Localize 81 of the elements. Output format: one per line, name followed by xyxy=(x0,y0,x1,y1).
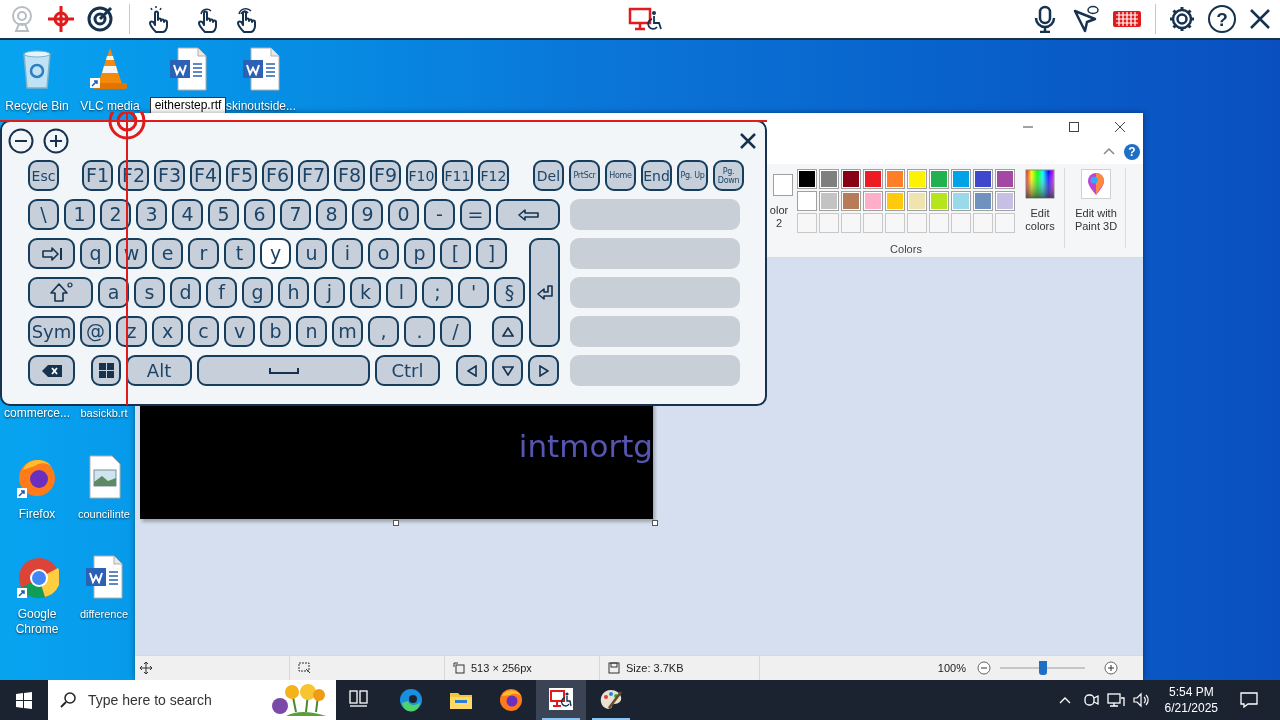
icon-label[interactable]: skinoutside... xyxy=(225,99,296,114)
keyboard-key[interactable]: F9 xyxy=(370,160,401,191)
keyboard-key[interactable]: e xyxy=(152,238,183,269)
keyboard-key[interactable]: F1 xyxy=(82,160,113,191)
keyboard-key[interactable]: 1 xyxy=(64,199,95,230)
keyboard-key[interactable]: / xyxy=(440,316,471,347)
clock-date[interactable]: 6/21/2025 xyxy=(1164,700,1218,716)
keyboard-key[interactable]: 4 xyxy=(172,199,203,230)
keyboard-key[interactable]: Pg. Up xyxy=(677,160,708,191)
keyboard-key[interactable]: F3 xyxy=(154,160,185,191)
keyboard-key[interactable]: Pg. Down xyxy=(713,160,744,191)
help-button[interactable]: ? xyxy=(1124,143,1140,160)
edit-colors-button[interactable]: Edit colors xyxy=(1021,163,1059,233)
keyboard-key[interactable]: - xyxy=(424,199,455,230)
search-field[interactable]: Type here to search xyxy=(48,680,336,720)
keyboard-key[interactable]: q xyxy=(80,238,111,269)
keyboard-key[interactable]: x xyxy=(152,316,183,347)
keyboard-key[interactable]: c xyxy=(188,316,219,347)
keyboard-key[interactable]: Del xyxy=(533,160,564,191)
keyboard-key[interactable]: , xyxy=(368,316,399,347)
keyboard-key[interactable]: [ xyxy=(440,238,471,269)
keyboard-key[interactable]: 8 xyxy=(316,199,347,230)
keyboard-key[interactable]: n xyxy=(296,316,327,347)
keyboard-key[interactable]: u xyxy=(296,238,327,269)
keyboard-key[interactable]: Alt xyxy=(126,355,192,386)
keyboard-key[interactable]: ] xyxy=(476,238,507,269)
keyboard-key[interactable]: F4 xyxy=(190,160,221,191)
keyboard-key[interactable]: o xyxy=(368,238,399,269)
keyboard-key[interactable]: F8 xyxy=(334,160,365,191)
keyboard-key[interactable]: l xyxy=(386,277,417,308)
keyboard-key[interactable]: h xyxy=(278,277,309,308)
keyboard-key[interactable]: t xyxy=(224,238,255,269)
keyboard-key[interactable]: End xyxy=(641,160,672,191)
keyboard-key[interactable]: § xyxy=(494,277,525,308)
group-label: Colors xyxy=(890,241,922,257)
keyboard-key[interactable]: g xyxy=(242,277,273,308)
keyboard-key[interactable]: k xyxy=(350,277,381,308)
keyboard-key[interactable]: m xyxy=(332,316,363,347)
keyboard-key[interactable]: F5 xyxy=(226,160,257,191)
keyboard-key[interactable]: r xyxy=(188,238,219,269)
canvas-text: intmortg xyxy=(518,431,653,462)
keyboard-key[interactable]: Esc xyxy=(28,160,59,191)
keyboard-key[interactable]: F6 xyxy=(262,160,293,191)
keyboard-key[interactable]: ' xyxy=(458,277,489,308)
keyboard-key[interactable]: b xyxy=(260,316,291,347)
keyboard-key[interactable]: \ xyxy=(28,199,59,230)
keyboard-key[interactable]: i xyxy=(332,238,363,269)
keyboard-key[interactable]: ; xyxy=(422,277,453,308)
keyboard-key[interactable]: F10 xyxy=(406,160,437,191)
clock-time[interactable]: 5:54 PM xyxy=(1168,684,1214,700)
keyboard-key[interactable]: . xyxy=(404,316,435,347)
help-button[interactable]: ? xyxy=(1208,5,1236,33)
keyboard-key[interactable]: 0 xyxy=(388,199,419,230)
dimensions-text: 513 × 256px xyxy=(471,660,532,676)
keyboard-key[interactable]: s xyxy=(134,277,165,308)
keyboard-key[interactable]: Sym xyxy=(28,316,75,347)
keyboard-key[interactable]: a xyxy=(98,277,129,308)
keyboard-key[interactable]: 5 xyxy=(208,199,239,230)
keyboard-key[interactable]: f xyxy=(206,277,237,308)
keyboard-key[interactable]: PrtScr xyxy=(569,160,600,191)
keyboard-key[interactable]: j xyxy=(314,277,345,308)
keyboard-key[interactable]: d xyxy=(170,277,201,308)
keyboard-key[interactable]: y xyxy=(260,238,291,269)
edit-with-paint-3d-button[interactable]: Edit with Paint 3D xyxy=(1069,163,1123,233)
keyboard-key[interactable]: Home xyxy=(605,160,636,191)
keyboard-key[interactable]: 3 xyxy=(136,199,167,230)
keyboard-key[interactable]: v xyxy=(224,316,255,347)
keyboard-key[interactable]: 9 xyxy=(352,199,383,230)
keyboard-key[interactable]: 7 xyxy=(280,199,311,230)
keyboard-key[interactable]: 2 xyxy=(100,199,131,230)
file-size-text: Size: 3.7KB xyxy=(626,660,684,676)
keyboard-key[interactable]: F11 xyxy=(442,160,473,191)
keyboard-key[interactable]: = xyxy=(460,199,491,230)
color-2-label: olor 2 xyxy=(768,203,790,230)
keyboard-key[interactable]: @ xyxy=(80,316,111,347)
zoom-text: 100% xyxy=(937,660,966,676)
keyboard-key[interactable]: 6 xyxy=(244,199,275,230)
keyboard-key[interactable]: p xyxy=(404,238,435,269)
keyboard-key[interactable]: F7 xyxy=(298,160,329,191)
keyboard-key[interactable]: F12 xyxy=(478,160,509,191)
keyboard-key[interactable]: Ctrl xyxy=(375,355,440,386)
